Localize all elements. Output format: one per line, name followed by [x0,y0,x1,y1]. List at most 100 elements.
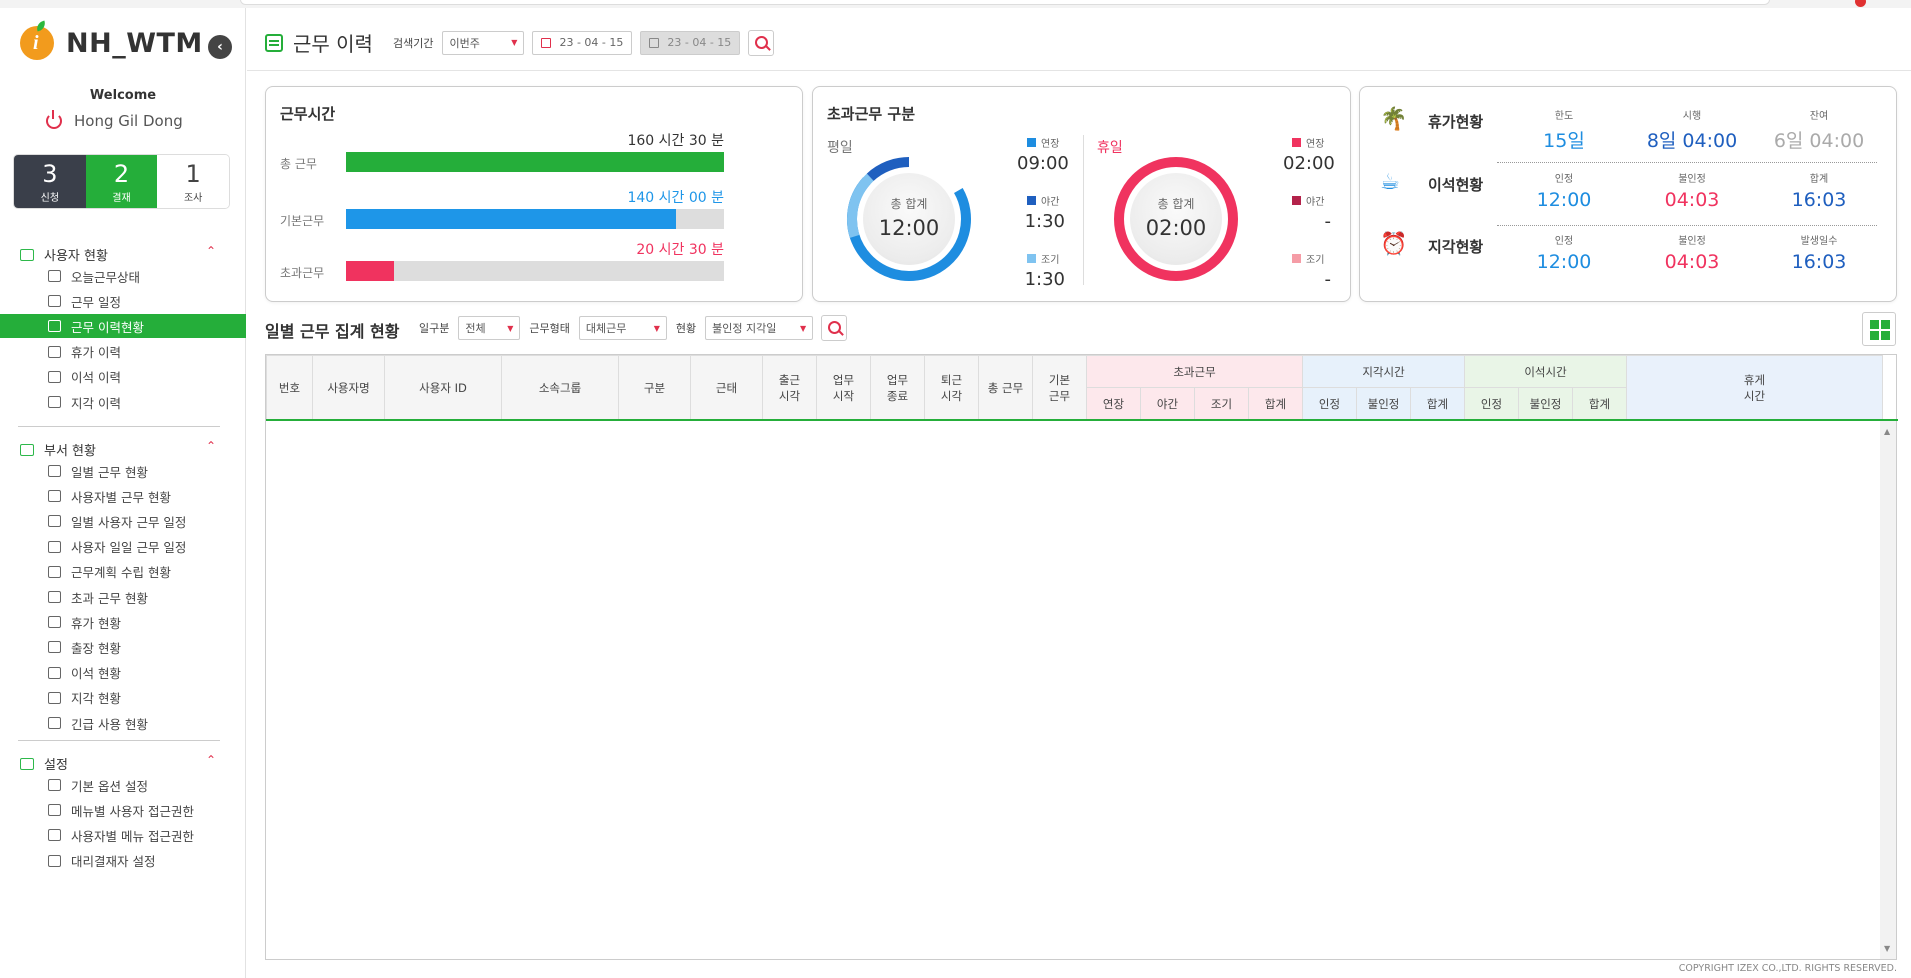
overtime-card: 초과근무 구분 평일 휴일 총 합계 12:00 총 합계 02:00 연장 09… [812,86,1351,302]
column-header[interactable]: 기본 근무 [1032,355,1087,420]
holiday-total-value: 02:00 [1145,216,1207,240]
sidebar-item[interactable]: 오늘근무상태 [0,264,246,288]
sidebar-item-label: 사용자별 메뉴 접근권한 [71,828,194,844]
nav-section-2[interactable]: 설정 ⌃ [20,753,220,773]
sidebar-item[interactable]: 이석 이력 [0,365,246,389]
sidebar-item[interactable]: 휴가 현황 [0,610,246,634]
counter-1[interactable]: 3 신청 [14,155,86,208]
dropdown-arrow-icon: ▼ [799,323,807,333]
sidebar-item[interactable]: 근무 일정 [0,289,246,313]
column-header[interactable]: 총 근무 [978,355,1033,420]
column-subheader[interactable]: 야간 [1140,387,1195,420]
sidebar-item[interactable]: 일별 근무 현황 [0,459,246,483]
scroll-down-icon[interactable]: ▼ [1884,944,1890,953]
legend-swatch [1292,254,1301,263]
status-cell: 한도 15일 [1509,107,1619,153]
date-from-field[interactable]: 23 - 04 - 15 [532,30,633,55]
counter-number: 3 [42,160,58,188]
counter-label: 조사 [183,193,203,204]
sidebar-divider [18,426,220,427]
column-header[interactable]: 사용자 ID [384,355,502,420]
status-row: ☕ 이석현황 인정 12:00 불인정 04:03 합계 16:03 [1374,156,1888,216]
status-cell: 시행 8일 04:00 [1637,107,1747,153]
counter-2[interactable]: 2 결재 [85,155,158,208]
dropdown-arrow-icon: ▼ [507,323,514,333]
column-header[interactable]: 업무 종료 [870,355,925,420]
status-cell: 인정 12:00 [1509,170,1619,211]
sidebar-item[interactable]: 지각 현황 [0,686,246,710]
table-scrollbar[interactable]: ▲ ▼ [1880,421,1896,959]
bar-value: 20 시간 30 분 [636,242,724,258]
section-icon [20,443,34,456]
sidebar-item[interactable]: 근무 이력현황 [0,314,246,339]
column-subheader[interactable]: 인정 [1302,387,1357,420]
sidebar-item[interactable]: 이석 현황 [0,661,246,685]
bar-fill [346,152,724,172]
sidebar-item[interactable]: 대리결재자 설정 [0,849,246,873]
daily-search-button[interactable] [821,315,848,341]
collapse-sidebar-button[interactable]: ‹ [208,35,232,59]
nav-section-title: 설정 [44,758,68,773]
search-button[interactable] [748,29,775,56]
nav-section-1[interactable]: 부서 현황 ⌃ [20,439,220,459]
column-subheader[interactable]: 조기 [1194,387,1249,420]
column-header[interactable]: 업무 시작 [816,355,871,420]
chevron-up-icon[interactable]: ⌃ [206,439,216,453]
sidebar-item[interactable]: 출장 현황 [0,635,246,659]
column-subheader[interactable]: 불인정 [1518,387,1573,420]
holiday-label: 휴일 [1097,140,1123,156]
sidebar-item[interactable]: 사용자 일일 근무 일정 [0,535,246,559]
sidebar-item[interactable]: 사용자별 메뉴 접근권한 [0,823,246,847]
period-select[interactable]: 이번주 ▼ [442,30,525,55]
sidebar-item[interactable]: 일별 사용자 근무 일정 [0,509,246,533]
grid-view-button[interactable] [1862,312,1896,346]
sidebar-item[interactable]: 지각 이력 [0,390,246,414]
sidebar-item-label: 오늘근무상태 [71,269,141,285]
column-subheader[interactable]: 불인정 [1356,387,1411,420]
sidebar-item-label: 근무계획 수립 현황 [71,565,171,581]
filter-select[interactable]: 전체 ▼ [458,316,521,340]
logo[interactable]: i NH_WTM [20,26,203,60]
section-icon [20,757,34,770]
sidebar-item-label: 근무 일정 [71,294,121,310]
date-from-value: 23 - 04 - 15 [559,36,624,49]
column-subheader[interactable]: 합계 [1248,387,1303,420]
counter-3[interactable]: 1 조사 [157,155,229,208]
sidebar-item[interactable]: 사용자별 근무 현황 [0,484,246,508]
nav-section-0[interactable]: 사용자 현황 ⌃ [20,244,220,264]
column-subheader[interactable]: 연장 [1086,387,1141,420]
column-subheader[interactable]: 합계 [1410,387,1465,420]
sidebar-item[interactable]: 기본 옵션 설정 [0,773,246,797]
column-header[interactable]: 소속그룹 [501,355,619,420]
bar-label: 초과근무 [280,266,325,280]
sidebar-item[interactable]: 메뉴별 사용자 접근권한 [0,798,246,822]
weekday-label: 평일 [827,140,853,156]
chevron-up-icon[interactable]: ⌃ [206,244,216,258]
column-header[interactable]: 출근 시각 [762,355,817,420]
column-header[interactable]: 사용자명 [312,355,385,420]
column-header[interactable]: 번호 [266,355,313,420]
sidebar-item[interactable]: 긴급 사용 현황 [0,711,246,735]
sidebar-item[interactable]: 휴가 이력 [0,340,246,364]
column-subheader[interactable]: 인정 [1464,387,1519,420]
column-header[interactable]: 근태 [690,355,763,420]
chevron-up-icon[interactable]: ⌃ [206,753,216,767]
column-header[interactable]: 구분 [618,355,691,420]
filter-select[interactable]: 불인정 지각일 ▼ [705,316,814,340]
browser-top-strip [0,0,1911,8]
sidebar-item[interactable]: 초과 근무 현황 [0,585,246,609]
legend-value: - [1324,211,1332,232]
sidebar-item[interactable]: 근무계획 수립 현황 [0,560,246,584]
column-subheader[interactable]: 합계 [1572,387,1627,420]
filter-select[interactable]: 대체근무 ▼ [578,316,667,340]
column-header[interactable]: 퇴근 시각 [924,355,979,420]
menu-item-icon [48,345,61,358]
scroll-up-icon[interactable]: ▲ [1884,427,1890,436]
palm-tree-icon: 🌴 [1380,107,1408,132]
column-header-rest-time[interactable]: 휴게 시간 [1626,355,1883,420]
counter-label: 신청 [40,193,60,204]
status-cell-header: 인정 [1554,236,1574,247]
power-icon[interactable] [46,110,62,129]
section-icon [20,248,34,261]
address-bar[interactable] [240,0,1770,5]
